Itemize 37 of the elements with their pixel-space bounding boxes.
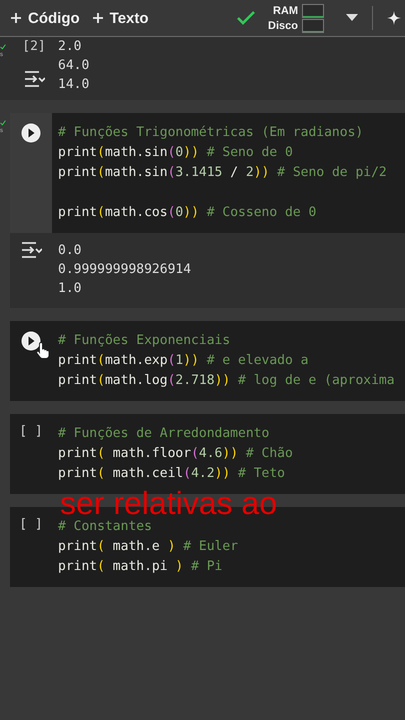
output-line: 14.0: [58, 76, 90, 94]
resource-label: Disco: [268, 20, 298, 32]
output-icon[interactable]: [23, 70, 45, 88]
code-line: # Funções de Arredondamento: [58, 425, 270, 443]
add-cell-button[interactable]: Código: [4, 6, 86, 30]
execution-count: [ ]: [19, 517, 43, 534]
add-cell-button[interactable]: Texto: [86, 6, 155, 30]
output-icon[interactable]: [20, 241, 42, 259]
sparkle-icon[interactable]: [387, 11, 401, 25]
code-line: print( math.pi ) # Pi: [58, 558, 224, 576]
code-line: print(math.cos(0)) # Cosseno de 0: [58, 204, 318, 222]
resource-meter[interactable]: [302, 18, 324, 32]
code-line: print(math.sin(0)) # Seno de 0: [58, 144, 294, 162]
plus-icon: [92, 12, 104, 24]
subtitle-caption: ser relativas ao: [60, 488, 277, 518]
plus-icon: [10, 12, 22, 24]
code-line: # Funções Trigonométricas (Em radianos): [58, 124, 364, 142]
code-line: print(math.exp(1)) # e elevado a: [58, 352, 310, 370]
code-line: print( math.e ) # Euler: [58, 538, 238, 556]
output-line: 2.0: [58, 38, 82, 56]
execution-count: [ ]: [19, 424, 43, 441]
output-line: 0.999999998926914: [58, 261, 192, 279]
code-line: print(math.log(2.718)) # log de e (aproxima: [58, 372, 395, 390]
code-line: # Constantes: [58, 518, 153, 536]
code-line: print( math.ceil(4.2)) # Teto: [58, 465, 286, 483]
output-line: 64.0: [58, 57, 90, 75]
play-icon[interactable]: [21, 123, 41, 143]
resource-meter[interactable]: [302, 4, 324, 18]
code-line: print(math.sin(3.1415 / 2)) # Seno de pi/2: [58, 164, 387, 182]
execution-count: [2]: [22, 39, 46, 54]
play-icon[interactable]: [21, 331, 41, 351]
output-line: 1.0: [58, 280, 82, 298]
code-line: print( math.floor(4.6)) # Chão: [58, 445, 293, 463]
dropdown-caret-icon[interactable]: [346, 14, 358, 22]
resource-label: RAM: [272, 4, 298, 16]
code-line: # Funções Exponenciais: [58, 332, 232, 350]
output-line: 0.0: [58, 242, 82, 260]
